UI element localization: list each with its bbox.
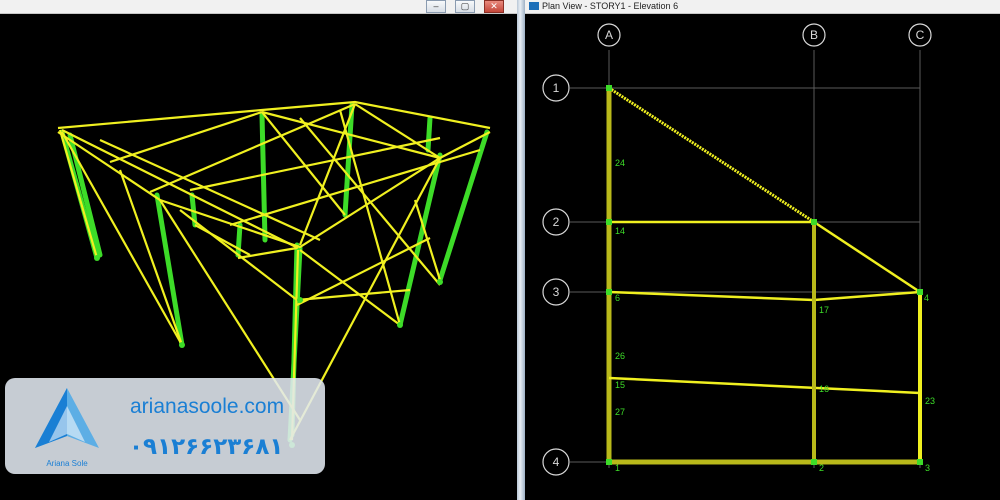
beam-mid[interactable] bbox=[608, 376, 921, 395]
member-label: 1 bbox=[615, 463, 620, 473]
member-label: 4 bbox=[924, 293, 929, 303]
grid-label-1: 1 bbox=[553, 81, 560, 95]
member-label: 6 bbox=[615, 293, 620, 303]
beam-diagonal-2[interactable] bbox=[813, 220, 921, 294]
plan-beams bbox=[606, 86, 922, 465]
column bbox=[259, 112, 268, 243]
node[interactable] bbox=[606, 219, 612, 225]
beam bbox=[118, 169, 184, 346]
support-node bbox=[94, 255, 100, 261]
grid-label-3: 3 bbox=[553, 285, 560, 299]
column bbox=[425, 115, 433, 153]
node[interactable] bbox=[606, 85, 612, 91]
beam bbox=[58, 129, 99, 259]
grid-label-b: B bbox=[810, 28, 818, 42]
node[interactable] bbox=[606, 289, 612, 295]
beam-diagonal-1[interactable] bbox=[608, 86, 815, 224]
grid-label-4: 4 bbox=[553, 455, 560, 469]
grid-bubbles bbox=[542, 23, 932, 476]
node[interactable] bbox=[917, 289, 923, 295]
beam bbox=[99, 138, 321, 242]
member-label: 23 bbox=[925, 396, 935, 406]
pane-splitter[interactable] bbox=[517, 0, 525, 500]
support-node bbox=[397, 322, 403, 328]
member-label: 17 bbox=[819, 305, 829, 315]
grid-label-c: C bbox=[916, 28, 925, 42]
grid-lines bbox=[570, 50, 921, 468]
node[interactable] bbox=[917, 459, 923, 465]
node[interactable] bbox=[811, 459, 817, 465]
website-text: arianasoole.com bbox=[130, 395, 285, 418]
support-node bbox=[297, 297, 303, 303]
plan-view-pane[interactable]: Plan View - STORY1 - Elevation 6 A B C 1… bbox=[525, 0, 1000, 500]
node[interactable] bbox=[606, 459, 612, 465]
support-node bbox=[437, 279, 443, 285]
member-label: 14 bbox=[615, 226, 625, 236]
ariana-logo-icon: Ariana Sole bbox=[35, 388, 99, 468]
member-label: 3 bbox=[925, 463, 930, 473]
beam-row-3[interactable] bbox=[608, 290, 921, 302]
member-label: 27 bbox=[615, 407, 625, 417]
plan-canvas[interactable]: A B C 1 2 3 4 24 14 6 17 4 26 15 16 23 2… bbox=[525, 0, 1000, 500]
plan-nodes bbox=[606, 85, 923, 465]
support-node bbox=[179, 342, 185, 348]
phone-number-text: ۰۹۱۲۶۶۲۳۶۸۱ bbox=[129, 434, 284, 460]
member-label: 24 bbox=[615, 158, 625, 168]
grid-label-2: 2 bbox=[553, 215, 560, 229]
node[interactable] bbox=[811, 219, 817, 225]
watermark-banner: Ariana Sole arianasoole.com ۰۹۱۲۶۶۲۳۶۸۱ bbox=[5, 378, 325, 474]
3d-view-pane[interactable]: – ▢ ✕ Ariana Sole arianasoole.com ۰۹۱۲۶۶… bbox=[0, 0, 517, 500]
svg-text:Ariana Sole: Ariana Sole bbox=[46, 459, 88, 468]
member-label: 2 bbox=[819, 463, 824, 473]
grid-label-a: A bbox=[605, 28, 613, 42]
member-labels: 24 14 6 17 4 26 15 16 23 27 1 2 3 bbox=[615, 158, 935, 473]
member-label: 15 bbox=[615, 380, 625, 390]
member-label: 26 bbox=[615, 351, 625, 361]
member-label: 16 bbox=[819, 384, 829, 394]
